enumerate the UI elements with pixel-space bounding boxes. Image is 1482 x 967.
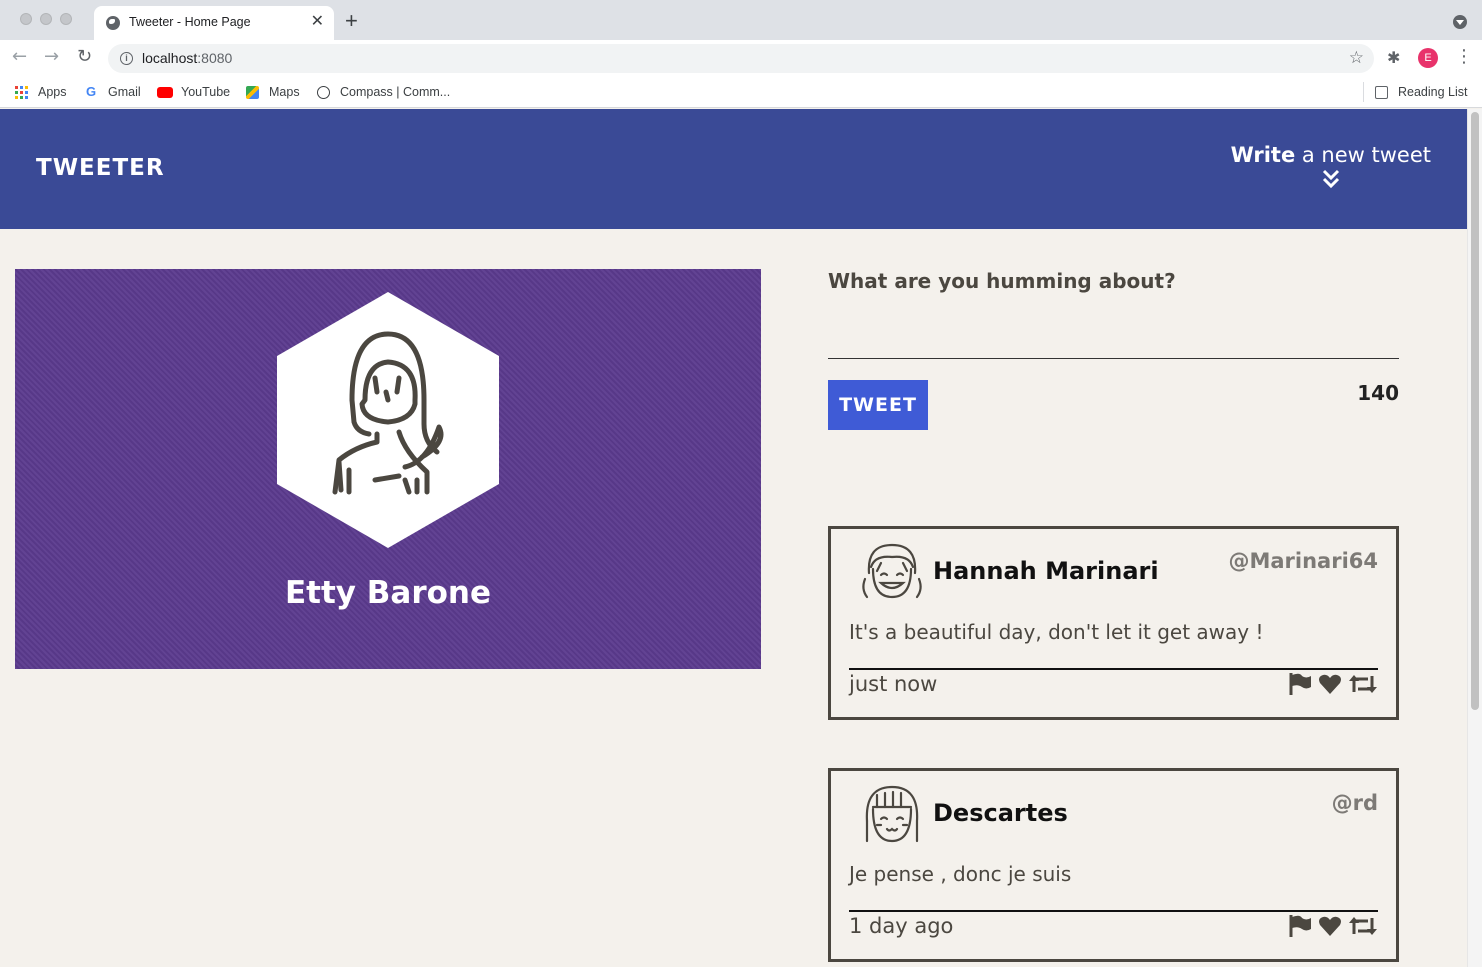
profile-name: Etty Barone — [284, 575, 492, 611]
window-zoom-control[interactable] — [60, 13, 72, 25]
bookmark-maps[interactable]: Maps — [246, 82, 306, 102]
reading-list-label: Reading List — [1398, 85, 1468, 99]
new-tab-button[interactable]: + — [345, 8, 358, 34]
bookmark-apps[interactable]: Apps — [15, 82, 75, 102]
double-chevron-down-icon — [1322, 169, 1339, 189]
youtube-icon — [157, 87, 173, 98]
flag-icon[interactable] — [1288, 914, 1312, 942]
tab-title: Tweeter - Home Page — [129, 15, 251, 29]
url-host: localhost — [142, 50, 198, 66]
back-arrow-icon[interactable]: ← — [12, 46, 27, 68]
browser-menu-icon[interactable]: ⋮ — [1455, 46, 1473, 68]
maps-icon — [246, 86, 259, 99]
tweet-author-name: Hannah Marinari — [933, 557, 1159, 585]
browser-toolbar: ← → ↻ i localhost:8080 ☆ ✱ E ⋮ — [0, 40, 1482, 76]
write-new-tweet-label: Write a new tweet — [1231, 143, 1431, 167]
profile-avatar-hexagon — [277, 292, 499, 548]
reading-list-button[interactable]: Reading List — [1375, 82, 1475, 102]
tweet-footer: just now — [849, 668, 1378, 704]
write-rest-text: a new tweet — [1295, 143, 1431, 167]
tweet-body: It's a beautiful day, don't let it get a… — [849, 620, 1264, 644]
retweet-icon[interactable] — [1348, 672, 1378, 700]
heart-icon[interactable] — [1318, 914, 1342, 942]
tweet-timestamp: just now — [849, 672, 938, 696]
reload-icon[interactable]: ↻ — [77, 46, 92, 68]
tweet-text-input[interactable] — [828, 307, 1399, 359]
tweet-submit-button[interactable]: TWEET — [828, 380, 928, 430]
bookmark-label: Compass | Comm... — [340, 85, 451, 99]
tweet-card: Descartes @rd Je pense , donc je suis 1 … — [828, 768, 1399, 962]
write-bold-text: Write — [1230, 143, 1296, 167]
scrollbar-thumb[interactable] — [1471, 112, 1479, 710]
tweet-body: Je pense , donc je suis — [849, 862, 1072, 886]
tweet-actions — [1288, 914, 1378, 942]
window-close-control[interactable] — [20, 13, 32, 25]
bookmark-label: Gmail — [108, 85, 141, 99]
page-scrollbar[interactable] — [1467, 109, 1482, 967]
tweet-author-handle[interactable]: @Marinari64 — [1228, 549, 1378, 573]
bookmark-label: Maps — [269, 85, 300, 99]
tweet-footer: 1 day ago — [849, 910, 1378, 946]
write-new-tweet-toggle[interactable]: Write a new tweet — [1231, 143, 1431, 189]
close-tab-icon[interactable]: ✕ — [311, 13, 324, 31]
bookmark-label: YouTube — [181, 85, 231, 99]
tab-search-icon[interactable] — [1453, 15, 1467, 29]
profile-card: Etty Barone — [15, 269, 761, 669]
flag-icon[interactable] — [1288, 672, 1312, 700]
web-page: TWEETER Write a new tweet Etty Barone Wh… — [0, 109, 1467, 967]
address-bar[interactable]: i localhost:8080 ☆ — [108, 44, 1374, 73]
tweet-avatar-smiling-icon — [865, 785, 919, 843]
compass-icon — [317, 86, 330, 99]
bookmark-label: Apps — [38, 85, 67, 99]
browser-tab-strip: Tweeter - Home Page ✕ + — [0, 0, 1482, 40]
site-logo[interactable]: TWEETER — [36, 155, 165, 181]
tweet-timestamp: 1 day ago — [849, 914, 954, 938]
bookmarks-bar: Apps G Gmail YouTube Maps Compass | Comm… — [0, 76, 1482, 108]
retweet-icon[interactable] — [1348, 914, 1378, 942]
url-port: :8080 — [197, 50, 233, 66]
window-minimize-control[interactable] — [40, 13, 52, 25]
site-info-icon[interactable]: i — [120, 52, 133, 65]
composer-prompt: What are you humming about? — [828, 269, 1176, 293]
bookmark-youtube[interactable]: YouTube — [157, 82, 237, 102]
google-icon: G — [86, 84, 97, 99]
tweet-author-name: Descartes — [933, 799, 1068, 827]
tweet-author-handle[interactable]: @rd — [1332, 791, 1378, 815]
profile-avatar[interactable]: E — [1418, 48, 1438, 68]
bookmarks-divider — [1363, 82, 1364, 102]
reading-list-icon — [1375, 86, 1388, 99]
bookmark-gmail[interactable]: G Gmail — [86, 82, 146, 102]
tweet-card: Hannah Marinari @Marinari64 It's a beaut… — [828, 526, 1399, 720]
globe-icon — [106, 16, 120, 30]
bookmark-compass[interactable]: Compass | Comm... — [317, 82, 457, 102]
site-header: TWEETER Write a new tweet — [0, 109, 1467, 229]
tweet-avatar-girl-icon — [862, 543, 922, 599]
browser-tab-active[interactable]: Tweeter - Home Page ✕ — [94, 6, 334, 40]
apps-grid-icon — [15, 86, 28, 99]
forward-arrow-icon[interactable]: → — [44, 46, 59, 68]
tweet-actions — [1288, 672, 1378, 700]
heart-icon[interactable] — [1318, 672, 1342, 700]
extensions-puzzle-icon[interactable]: ✱ — [1387, 48, 1400, 68]
character-counter: 140 — [1357, 381, 1399, 405]
url-text[interactable]: localhost:8080 — [142, 50, 232, 66]
bookmark-star-icon[interactable]: ☆ — [1349, 47, 1364, 69]
